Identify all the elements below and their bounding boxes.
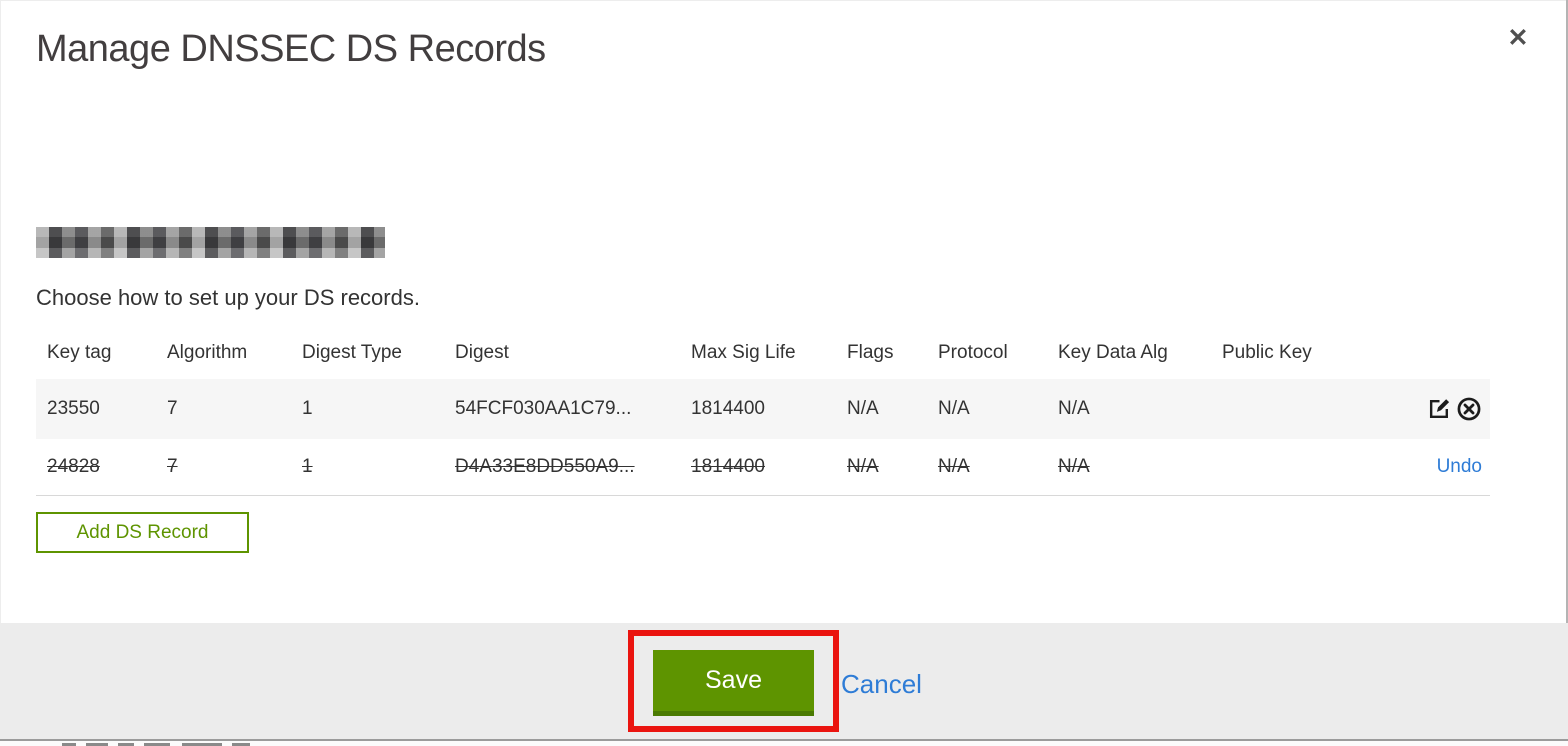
x-in-circle-icon <box>1457 397 1481 421</box>
col-public-key: Public Key <box>1222 342 1312 363</box>
col-key-tag: Key tag <box>47 342 112 363</box>
col-actions <box>1401 330 1490 379</box>
redacted-domain-name <box>36 227 385 258</box>
cell-public-key <box>1211 379 1401 439</box>
cell-digest-type: 1 <box>291 439 444 496</box>
page-title: Manage DNSSEC DS Records <box>36 28 546 70</box>
cell-key-tag: 23550 <box>47 398 100 419</box>
add-ds-record-button[interactable]: Add DS Record <box>36 512 249 553</box>
table-row-deleted: 24828 7 1 D4A33E8DD550A9... 1814400 N/A … <box>36 439 1490 496</box>
cell-algorithm: 7 <box>156 439 291 496</box>
intro-text: Choose how to set up your DS records. <box>36 285 420 310</box>
undo-link[interactable]: Undo <box>1437 456 1482 477</box>
col-flags: Flags <box>847 342 894 363</box>
save-button[interactable]: Save <box>653 650 814 716</box>
cell-protocol: N/A <box>927 439 1047 496</box>
cell-max-sig-life: 1814400 <box>691 398 765 419</box>
ds-records-table: Key tag Algorithm Digest Type Digest Max… <box>36 330 1490 496</box>
cell-flags: N/A <box>836 439 927 496</box>
table-header-row: Key tag Algorithm Digest Type Digest Max… <box>36 330 1490 379</box>
close-icon[interactable]: ✕ <box>1500 20 1536 56</box>
edit-pencil-square-icon <box>1429 399 1450 419</box>
cell-public-key <box>1211 439 1401 496</box>
cell-protocol: N/A <box>938 398 970 419</box>
table-row: 23550 7 1 54FCF030AA1C79... 1814400 N/A … <box>36 379 1490 439</box>
cell-digest-type: 1 <box>302 398 313 419</box>
cell-max-sig-life: 1814400 <box>680 439 836 496</box>
cell-digest: D4A33E8DD550A9... <box>444 439 680 496</box>
dnssec-dialog: Manage DNSSEC DS Records ✕ Choose how to… <box>0 0 1568 746</box>
col-max-sig-life: Max Sig Life <box>691 342 796 363</box>
cell-key-data-alg: N/A <box>1058 398 1090 419</box>
col-protocol: Protocol <box>938 342 1008 363</box>
edit-record-icon[interactable] <box>1427 396 1452 422</box>
col-digest-type: Digest Type <box>302 342 402 363</box>
cell-key-data-alg: N/A <box>1047 439 1211 496</box>
col-algorithm: Algorithm <box>167 342 248 363</box>
cell-key-tag: 24828 <box>36 439 156 496</box>
col-key-data-alg: Key Data Alg <box>1058 342 1168 363</box>
cancel-link[interactable]: Cancel <box>841 667 922 701</box>
cell-flags: N/A <box>847 398 879 419</box>
col-digest: Digest <box>455 342 509 363</box>
cell-algorithm: 7 <box>167 398 178 419</box>
cell-digest: 54FCF030AA1C79... <box>455 398 632 419</box>
delete-record-icon[interactable] <box>1456 396 1482 422</box>
